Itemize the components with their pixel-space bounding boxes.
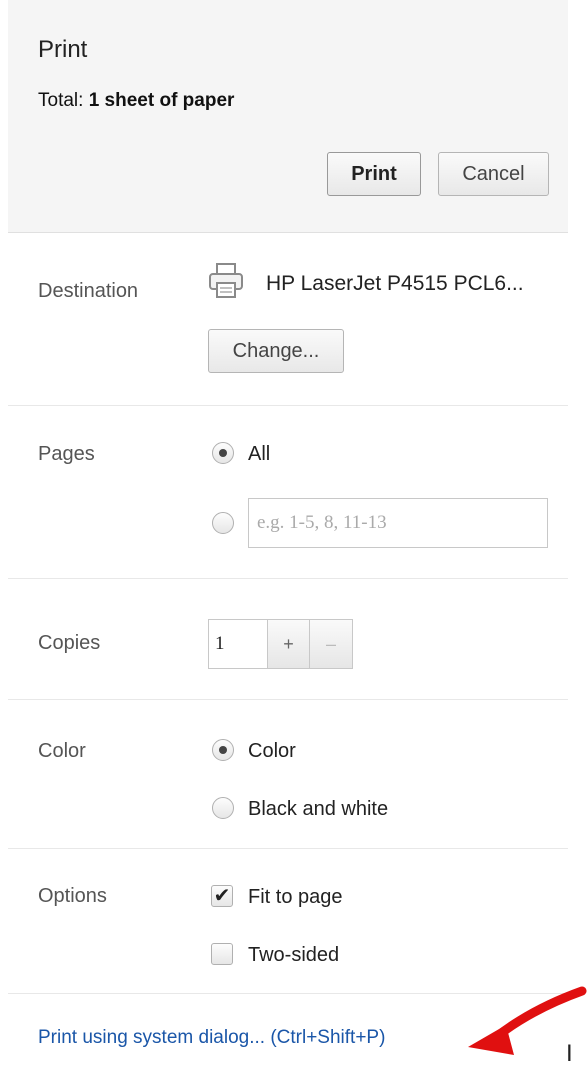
total-summary: Total: 1 sheet of paper — [38, 90, 234, 112]
page-title: Print — [38, 36, 88, 63]
printer-icon — [209, 263, 243, 298]
fit-to-page-checkbox[interactable]: ✔ — [211, 885, 233, 907]
pages-range-input[interactable] — [248, 498, 548, 548]
two-sided-checkbox[interactable] — [211, 943, 233, 965]
pages-label: Pages — [38, 443, 95, 465]
print-button[interactable]: Print — [327, 152, 421, 196]
destination-label: Destination — [38, 280, 139, 302]
fit-to-page-label: Fit to page — [248, 886, 343, 908]
color-option-color-label: Color — [248, 740, 296, 762]
pages-all-radio[interactable] — [212, 442, 234, 464]
total-value: 1 sheet of paper — [88, 90, 235, 111]
copies-increment-button[interactable]: + — [267, 619, 310, 669]
system-dialog-link[interactable]: Print using system dialog... (Ctrl+Shift… — [38, 1027, 385, 1049]
print-header: Print Total: 1 sheet of paper Print Canc… — [8, 0, 568, 233]
pages-all-label: All — [248, 443, 271, 465]
copies-decrement-button[interactable]: – — [309, 619, 353, 669]
destination-printer-name: HP LaserJet P4515 PCL6... — [266, 272, 524, 295]
color-option-bw-label: Black and white — [248, 798, 389, 820]
options-label: Options — [38, 885, 107, 907]
copies-label: Copies — [38, 632, 101, 654]
color-option-bw-radio[interactable] — [212, 797, 234, 819]
copies-input[interactable] — [208, 619, 268, 669]
destination-section: Destination — [8, 233, 568, 406]
pages-range-radio[interactable] — [212, 512, 234, 534]
two-sided-label: Two-sided — [248, 944, 340, 966]
pages-section: Pages — [8, 406, 568, 579]
color-section: Color — [8, 700, 568, 849]
cancel-button[interactable]: Cancel — [438, 152, 549, 196]
total-label: Total: — [38, 90, 84, 111]
options-section: Options — [8, 849, 568, 994]
print-settings-panel: Print Total: 1 sheet of paper Print Canc… — [8, 0, 568, 1063]
edge-text: I — [566, 1040, 573, 1067]
change-destination-button[interactable]: Change... — [208, 329, 344, 373]
color-option-color-radio[interactable] — [212, 739, 234, 761]
color-label: Color — [38, 740, 86, 762]
